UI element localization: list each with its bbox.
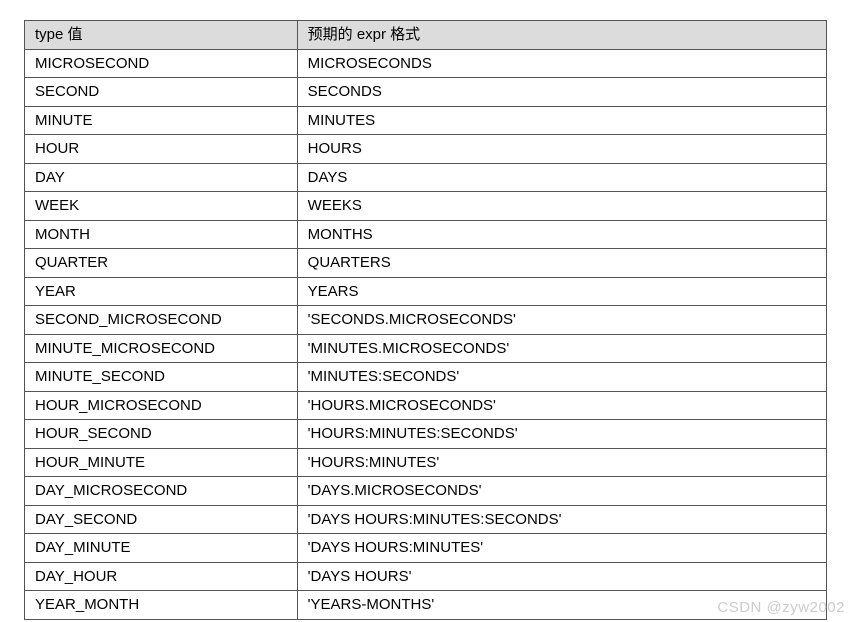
cell-type: HOUR [25, 135, 298, 164]
cell-type: MINUTE_MICROSECOND [25, 334, 298, 363]
table-header-row: type 值 预期的 expr 格式 [25, 21, 827, 50]
table-row: DAY_MICROSECOND'DAYS.MICROSECONDS' [25, 477, 827, 506]
table-row: YEARYEARS [25, 277, 827, 306]
cell-type: SECOND_MICROSECOND [25, 306, 298, 335]
cell-expr: MINUTES [297, 106, 826, 135]
cell-expr: 'SECONDS.MICROSECONDS' [297, 306, 826, 335]
table-row: DAY_MINUTE'DAYS HOURS:MINUTES' [25, 534, 827, 563]
cell-type: MICROSECOND [25, 49, 298, 78]
table-head: type 值 预期的 expr 格式 [25, 21, 827, 50]
table-row: HOUR_SECOND'HOURS:MINUTES:SECONDS' [25, 420, 827, 449]
cell-expr: 'DAYS HOURS:MINUTES' [297, 534, 826, 563]
cell-type: DAY_HOUR [25, 562, 298, 591]
cell-expr: SECONDS [297, 78, 826, 107]
cell-type: YEAR_MONTH [25, 591, 298, 620]
cell-expr: 'YEARS-MONTHS' [297, 591, 826, 620]
table-row: YEAR_MONTH'YEARS-MONTHS' [25, 591, 827, 620]
table-row: MICROSECONDMICROSECONDS [25, 49, 827, 78]
cell-type: HOUR_SECOND [25, 420, 298, 449]
cell-type: DAY [25, 163, 298, 192]
table-row: SECOND_MICROSECOND'SECONDS.MICROSECONDS' [25, 306, 827, 335]
table-row: MINUTE_SECOND'MINUTES:SECONDS' [25, 363, 827, 392]
cell-expr: 'MINUTES.MICROSECONDS' [297, 334, 826, 363]
cell-type: SECOND [25, 78, 298, 107]
table-row: MINUTEMINUTES [25, 106, 827, 135]
cell-expr: MONTHS [297, 220, 826, 249]
cell-type: DAY_MINUTE [25, 534, 298, 563]
cell-type: MINUTE [25, 106, 298, 135]
cell-type: YEAR [25, 277, 298, 306]
table-row: DAYDAYS [25, 163, 827, 192]
cell-expr: 'HOURS.MICROSECONDS' [297, 391, 826, 420]
cell-expr: 'DAYS HOURS:MINUTES:SECONDS' [297, 505, 826, 534]
header-type: type 值 [25, 21, 298, 50]
interval-format-table: type 值 预期的 expr 格式 MICROSECONDMICROSECON… [24, 20, 827, 620]
cell-expr: 'DAYS.MICROSECONDS' [297, 477, 826, 506]
table-row: HOURHOURS [25, 135, 827, 164]
cell-expr: 'HOURS:MINUTES' [297, 448, 826, 477]
table-row: MONTHMONTHS [25, 220, 827, 249]
cell-expr: MICROSECONDS [297, 49, 826, 78]
table-row: MINUTE_MICROSECOND'MINUTES.MICROSECONDS' [25, 334, 827, 363]
cell-type: MONTH [25, 220, 298, 249]
table-row: DAY_SECOND'DAYS HOURS:MINUTES:SECONDS' [25, 505, 827, 534]
cell-expr: WEEKS [297, 192, 826, 221]
cell-expr: QUARTERS [297, 249, 826, 278]
table-body: MICROSECONDMICROSECONDS SECONDSECONDS MI… [25, 49, 827, 619]
cell-type: DAY_SECOND [25, 505, 298, 534]
header-expr: 预期的 expr 格式 [297, 21, 826, 50]
cell-expr: DAYS [297, 163, 826, 192]
cell-type: MINUTE_SECOND [25, 363, 298, 392]
cell-expr: 'MINUTES:SECONDS' [297, 363, 826, 392]
table-row: SECONDSECONDS [25, 78, 827, 107]
cell-type: DAY_MICROSECOND [25, 477, 298, 506]
cell-type: QUARTER [25, 249, 298, 278]
table-row: QUARTERQUARTERS [25, 249, 827, 278]
table-row: WEEKWEEKS [25, 192, 827, 221]
cell-type: HOUR_MINUTE [25, 448, 298, 477]
cell-expr: HOURS [297, 135, 826, 164]
cell-expr: YEARS [297, 277, 826, 306]
cell-expr: 'HOURS:MINUTES:SECONDS' [297, 420, 826, 449]
table-row: DAY_HOUR'DAYS HOURS' [25, 562, 827, 591]
page-wrapper: type 值 预期的 expr 格式 MICROSECONDMICROSECON… [0, 0, 851, 620]
cell-type: HOUR_MICROSECOND [25, 391, 298, 420]
table-row: HOUR_MINUTE'HOURS:MINUTES' [25, 448, 827, 477]
cell-type: WEEK [25, 192, 298, 221]
cell-expr: 'DAYS HOURS' [297, 562, 826, 591]
table-row: HOUR_MICROSECOND'HOURS.MICROSECONDS' [25, 391, 827, 420]
